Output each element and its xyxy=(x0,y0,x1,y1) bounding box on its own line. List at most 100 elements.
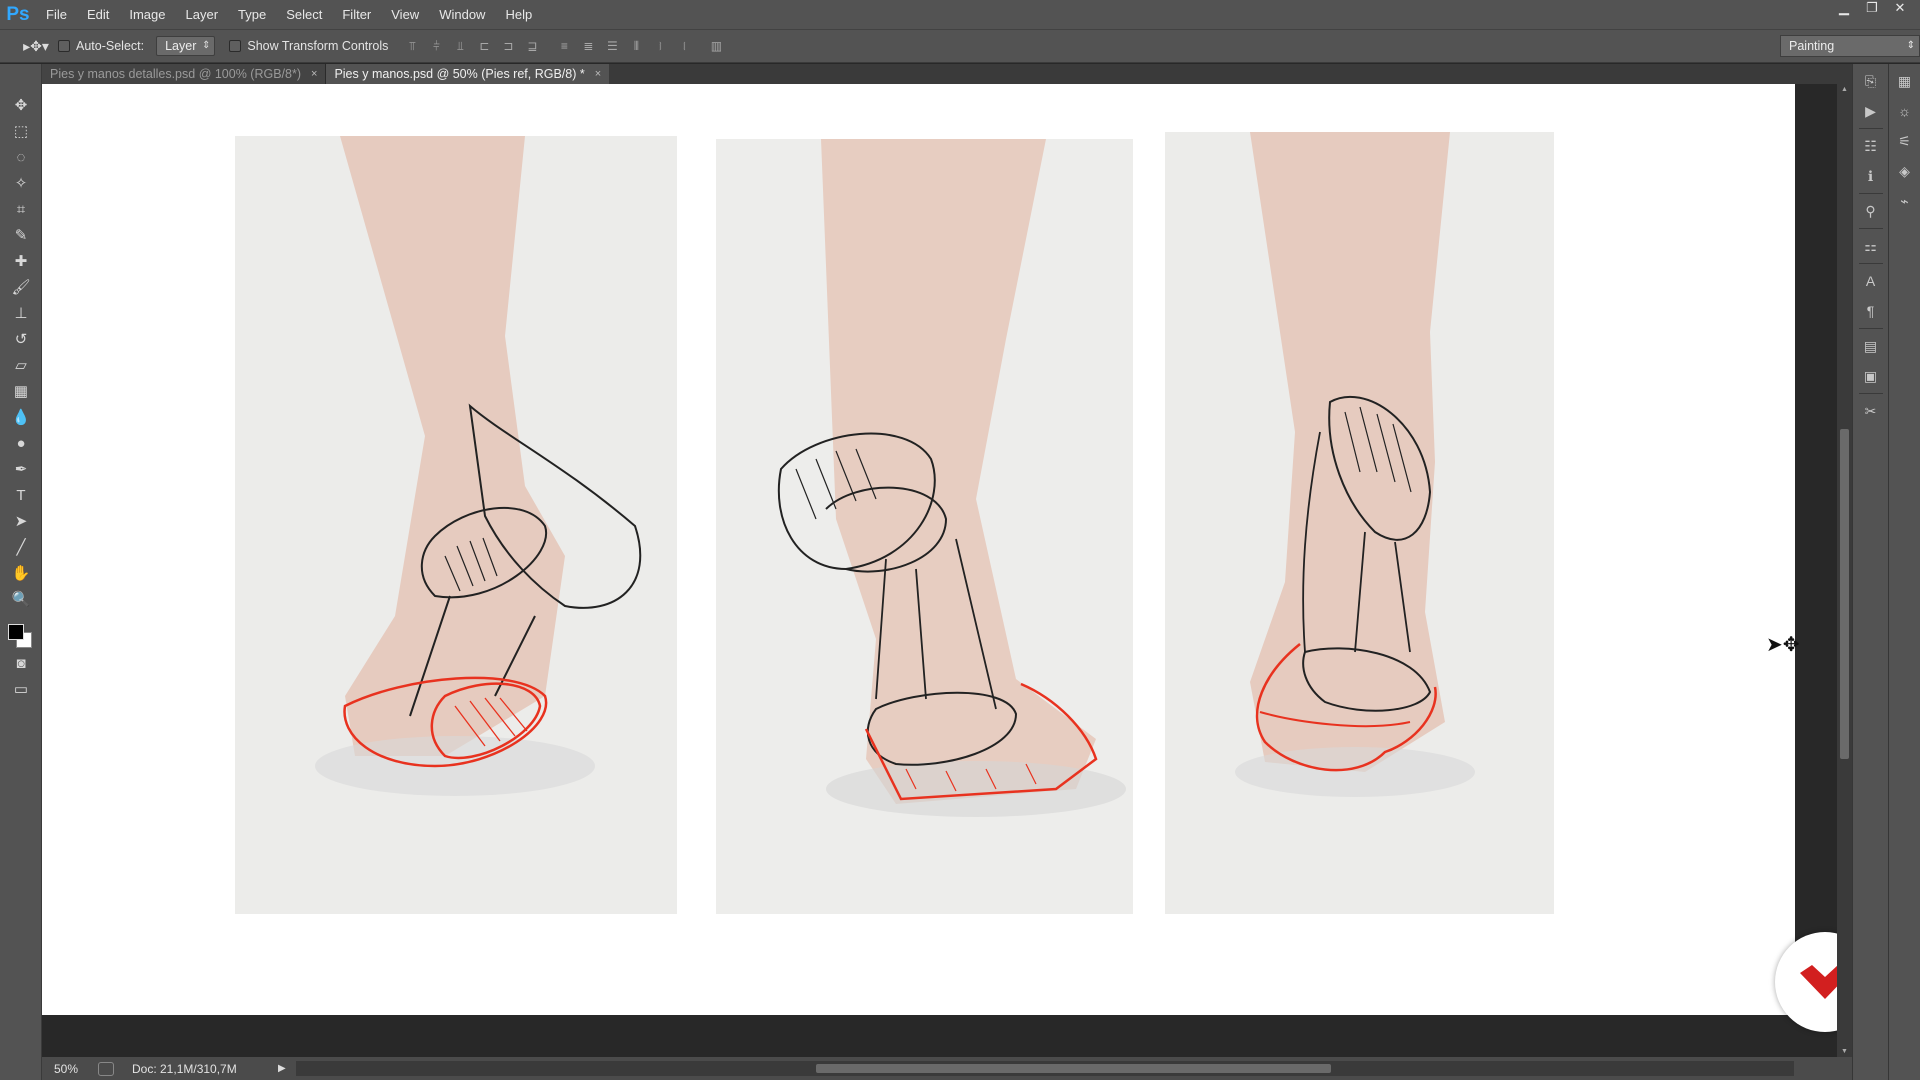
line-icon[interactable]: ╱ xyxy=(6,534,36,560)
color-panel-icon[interactable]: ☼ xyxy=(1890,98,1920,124)
auto-select-option[interactable]: Auto-Select: xyxy=(58,39,144,53)
menu-help[interactable]: Help xyxy=(495,0,542,29)
horizontal-scroll-thumb[interactable] xyxy=(816,1064,1331,1073)
crop-icon[interactable]: ⌗ xyxy=(6,196,36,222)
close-icon[interactable]: × xyxy=(311,64,317,84)
quick-mask-icon[interactable]: ◙ xyxy=(6,650,36,676)
transform-controls-checkbox[interactable] xyxy=(229,40,242,52)
auto-align-layers-icon[interactable]: ▥ xyxy=(708,38,724,54)
proof-icon[interactable] xyxy=(98,1061,114,1076)
swatches-panel-icon[interactable]: ▦ xyxy=(1890,68,1920,94)
brush-presets-icon[interactable]: ⚲ xyxy=(1856,198,1886,224)
foot-sketch-left xyxy=(235,136,677,914)
document-size: Doc: 21,1M/310,7M xyxy=(132,1061,237,1076)
pen-icon[interactable]: ✒ xyxy=(6,456,36,482)
transform-controls-option[interactable]: Show Transform Controls xyxy=(229,39,388,53)
vertical-scroll-thumb[interactable] xyxy=(1840,429,1849,759)
eyedropper-icon[interactable]: ✎ xyxy=(6,222,36,248)
restore-button[interactable]: ❐ xyxy=(1858,0,1886,16)
actions-panel-icon[interactable]: ▶ xyxy=(1856,98,1886,124)
minimize-button[interactable]: ▁ xyxy=(1830,0,1858,16)
menu-select[interactable]: Select xyxy=(276,0,332,29)
tool-preset-picker[interactable]: ▸✥▾ xyxy=(14,33,58,59)
gradient-icon[interactable]: ▦ xyxy=(6,378,36,404)
foot-reference-left xyxy=(235,136,677,914)
layers-panel-icon[interactable]: ◈ xyxy=(1890,158,1920,184)
hand-icon[interactable]: ✋ xyxy=(6,560,36,586)
collapsed-panels-column-2: ▦ ☼ ⚟ ◈ ⌁ xyxy=(1888,64,1920,1080)
align-vcenter-icon[interactable]: ⫩ xyxy=(428,38,444,54)
lasso-icon[interactable]: ◌ xyxy=(6,144,36,170)
close-icon[interactable]: × xyxy=(595,64,601,84)
menu-type[interactable]: Type xyxy=(228,0,276,29)
menu-layer[interactable]: Layer xyxy=(176,0,229,29)
menu-view[interactable]: View xyxy=(381,0,429,29)
notes-panel-icon[interactable]: ▤ xyxy=(1856,333,1886,359)
paragraph-panel-icon[interactable]: ¶ xyxy=(1856,298,1886,324)
horizontal-scrollbar[interactable] xyxy=(296,1061,1794,1076)
options-grip[interactable] xyxy=(0,29,14,63)
zoom-icon[interactable]: 🔍 xyxy=(6,586,36,612)
menu-image[interactable]: Image xyxy=(119,0,175,29)
paths-panel-icon[interactable]: ⌁ xyxy=(1890,188,1920,214)
clone-stamp-icon[interactable]: ⊥ xyxy=(6,300,36,326)
color-swatches[interactable] xyxy=(6,616,36,650)
vertical-scrollbar[interactable]: ▲ ▼ xyxy=(1837,84,1852,1057)
healing-brush-icon[interactable]: ✚ xyxy=(6,248,36,274)
options-bar: ▸✥▾ Auto-Select: Layer Show Transform Co… xyxy=(0,29,1920,63)
distribute-vcenter-icon[interactable]: ≣ xyxy=(580,38,596,54)
document-canvas[interactable]: ➤✥ xyxy=(42,84,1800,1015)
foot-reference-front xyxy=(716,139,1133,914)
info-panel-icon[interactable]: ℹ xyxy=(1856,163,1886,189)
eraser-icon[interactable]: ▱ xyxy=(6,352,36,378)
zoom-level[interactable]: 50% xyxy=(42,1062,92,1076)
distribute-hcenter-icon[interactable]: ⧘ xyxy=(652,38,668,54)
type-icon[interactable]: T xyxy=(6,482,36,508)
distribute-bottom-icon[interactable]: ☰ xyxy=(604,38,620,54)
adjustments-panel-icon[interactable]: ⚟ xyxy=(1890,128,1920,154)
move-tool-icon: ▸✥▾ xyxy=(23,37,49,54)
history-brush-icon[interactable]: ↺ xyxy=(6,326,36,352)
distribute-left-icon[interactable]: ⦀ xyxy=(628,38,644,54)
distribute-top-icon[interactable]: ≡ xyxy=(556,38,572,54)
distribute-right-icon[interactable]: ⧙ xyxy=(676,38,692,54)
layer-comps-icon[interactable]: ▣ xyxy=(1856,363,1886,389)
tab-pies-y-manos[interactable]: Pies y manos.psd @ 50% (Pies ref, RGB/8)… xyxy=(326,64,610,84)
move-tool-icon[interactable]: ✥ xyxy=(6,92,36,118)
brush-icon[interactable]: 🖌 xyxy=(6,274,36,300)
blur-icon[interactable]: 💧 xyxy=(6,404,36,430)
align-left-icon[interactable]: ⊏ xyxy=(476,38,492,54)
history-panel-icon[interactable]: ⎘ xyxy=(1856,68,1886,94)
align-top-icon[interactable]: ⫪ xyxy=(404,38,420,54)
collapsed-panels-column-1: ⎘ ▶ ☷ ℹ ⚲ ⚏ A ¶ ▤ ▣ ✂ xyxy=(1852,64,1888,1080)
scroll-down-icon[interactable]: ▼ xyxy=(1841,1048,1848,1055)
clone-source-icon[interactable]: ⚏ xyxy=(1856,233,1886,259)
path-selection-icon[interactable]: ➤ xyxy=(6,508,36,534)
canvas-area[interactable]: ➤✥ ▲ ▼ xyxy=(42,84,1875,1057)
magic-wand-icon[interactable]: ✧ xyxy=(6,170,36,196)
menu-window[interactable]: Window xyxy=(429,0,495,29)
properties-panel-icon[interactable]: ☷ xyxy=(1856,133,1886,159)
menu-edit[interactable]: Edit xyxy=(77,0,119,29)
status-menu-arrow-icon[interactable]: ▶ xyxy=(278,1063,296,1074)
dodge-icon[interactable]: ● xyxy=(6,430,36,456)
menu-file[interactable]: File xyxy=(36,0,77,29)
align-bottom-icon[interactable]: ⫫ xyxy=(452,38,468,54)
align-right-icon[interactable]: ⊒ xyxy=(524,38,540,54)
window-controls: ▁ ❐ ✕ xyxy=(1830,0,1914,16)
auto-select-target-dropdown[interactable]: Layer xyxy=(156,36,216,56)
scroll-up-icon[interactable]: ▲ xyxy=(1841,86,1848,93)
close-button[interactable]: ✕ xyxy=(1886,0,1914,16)
screen-mode-icon[interactable]: ▭ xyxy=(6,676,36,702)
auto-select-label: Auto-Select: xyxy=(76,39,145,53)
menu-filter[interactable]: Filter xyxy=(332,0,381,29)
marquee-icon[interactable]: ⬚ xyxy=(6,118,36,144)
workspace-switcher[interactable]: Painting xyxy=(1780,35,1920,57)
tool-presets-icon[interactable]: ✂ xyxy=(1856,398,1886,424)
auto-select-checkbox[interactable] xyxy=(58,40,70,52)
character-panel-icon[interactable]: A xyxy=(1856,268,1886,294)
foreground-color-swatch[interactable] xyxy=(8,624,24,640)
status-bar: 50% Doc: 21,1M/310,7M ▶ xyxy=(42,1057,1852,1080)
tab-pies-y-manos-detalles[interactable]: Pies y manos detalles.psd @ 100% (RGB/8*… xyxy=(42,64,327,84)
align-hcenter-icon[interactable]: ⊐ xyxy=(500,38,516,54)
